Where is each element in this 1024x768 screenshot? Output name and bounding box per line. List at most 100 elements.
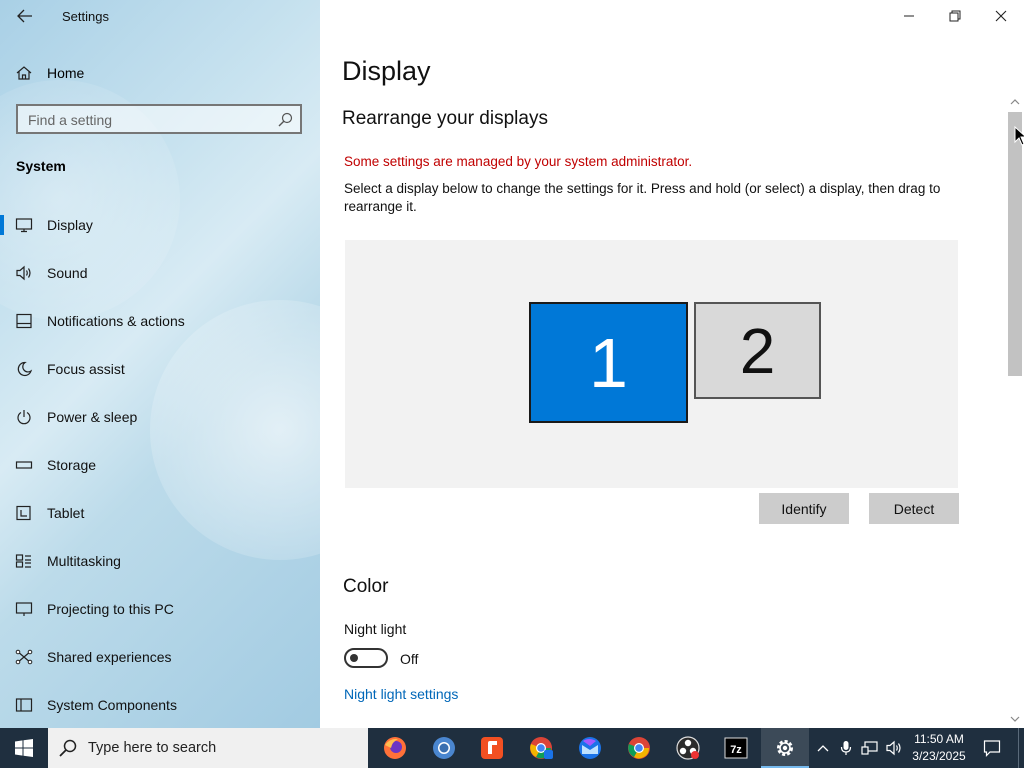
- sidebar-item-shared-experiences[interactable]: Shared experiences: [0, 637, 320, 677]
- sidebar-item-label: Focus assist: [47, 361, 125, 377]
- sidebar-item-label: Display: [47, 217, 93, 233]
- svg-text:7z: 7z: [730, 744, 742, 756]
- night-light-settings-link[interactable]: Night light settings: [344, 686, 458, 702]
- close-button[interactable]: [978, 0, 1024, 32]
- detect-button[interactable]: Detect: [869, 493, 959, 524]
- show-desktop-button[interactable]: [1018, 728, 1024, 768]
- sidebar-item-power-sleep[interactable]: Power & sleep: [0, 397, 320, 437]
- taskbar-app-chrome[interactable]: [615, 728, 663, 768]
- app-title: Settings: [62, 9, 109, 24]
- scroll-up-icon[interactable]: [1010, 98, 1020, 106]
- close-icon: [995, 10, 1007, 22]
- page-title: Display: [342, 56, 431, 86]
- taskbar-app-foxit[interactable]: [468, 728, 516, 768]
- search-placeholder: Find a setting: [28, 112, 113, 128]
- display-1-tile[interactable]: 1: [529, 302, 688, 423]
- scrollbar[interactable]: [1006, 96, 1024, 728]
- volume-tray-button[interactable]: [884, 728, 906, 768]
- sidebar-item-home[interactable]: Home: [0, 58, 320, 88]
- sidebar-item-tablet[interactable]: Tablet: [0, 493, 320, 533]
- sidebar-item-storage[interactable]: Storage: [0, 445, 320, 485]
- speaker-icon: [16, 265, 31, 281]
- restore-button[interactable]: [932, 0, 978, 32]
- taskbar-search-box[interactable]: Type here to search: [48, 728, 368, 768]
- network-icon: [861, 741, 878, 755]
- sidebar-item-label: Projecting to this PC: [47, 601, 174, 617]
- search-icon: [59, 739, 77, 757]
- restore-icon: [949, 10, 961, 22]
- search-icon: [278, 112, 293, 127]
- sidebar-item-focus-assist[interactable]: Focus assist: [0, 349, 320, 389]
- sidebar-item-label: Shared experiences: [47, 649, 172, 665]
- monitor-icon: [15, 218, 33, 233]
- section-header: System: [16, 158, 66, 174]
- taskbar-search-placeholder: Type here to search: [88, 740, 217, 756]
- show-hidden-icons-button[interactable]: [812, 728, 834, 768]
- multitasking-icon: [15, 554, 31, 568]
- taskbar-app-firefox[interactable]: [371, 728, 419, 768]
- rearrange-description: Select a display below to change the set…: [344, 181, 941, 214]
- home-icon: [16, 66, 32, 80]
- thunderbird-icon: [579, 737, 601, 759]
- main-content: Display Rearrange your displays Some set…: [320, 0, 1024, 728]
- settings-search-input[interactable]: Find a setting: [16, 104, 302, 134]
- power-icon: [17, 410, 31, 425]
- taskbar-app-thunderbird[interactable]: [566, 728, 614, 768]
- sidebar-item-label: Power & sleep: [47, 409, 138, 425]
- sidebar-item-display[interactable]: Display: [0, 205, 320, 245]
- storage-icon: [15, 461, 33, 469]
- taskbar-app-chrome-beta[interactable]: [517, 728, 565, 768]
- night-light-label: Night light: [344, 621, 407, 637]
- minimize-button[interactable]: [886, 0, 932, 32]
- home-label: Home: [47, 65, 85, 81]
- taskbar-app-obs[interactable]: [664, 728, 712, 768]
- obs-icon: [676, 736, 700, 760]
- chrome-beta-icon: [530, 737, 553, 759]
- notifications-icon: [16, 313, 32, 329]
- clock-date: 3/23/2025: [912, 749, 966, 763]
- admin-warning: Some settings are managed by your system…: [344, 154, 693, 169]
- sidebar-item-label: Storage: [47, 457, 97, 473]
- color-title: Color: [343, 576, 389, 597]
- notifications-icon: [983, 740, 1001, 757]
- microphone-icon: [840, 741, 852, 755]
- tablet-icon: [16, 505, 31, 521]
- toggle-knob: [350, 654, 358, 662]
- network-tray-button[interactable]: [858, 728, 882, 768]
- back-arrow-icon: [17, 9, 32, 23]
- identify-button[interactable]: Identify: [759, 493, 849, 524]
- taskbar-app-chromium[interactable]: [420, 728, 468, 768]
- windows-logo-icon: [15, 739, 33, 757]
- sidebar-item-multitasking[interactable]: Multitasking: [0, 541, 320, 581]
- sidebar-item-system-components[interactable]: System Components: [0, 685, 320, 725]
- taskbar: Type here to search 7z 11:50 AM 3/23/202…: [0, 728, 1024, 768]
- projector-icon: [15, 602, 33, 616]
- scrollbar-thumb[interactable]: [1008, 112, 1022, 376]
- foxit-reader-icon: [481, 737, 503, 759]
- taskbar-clock[interactable]: 11:50 AM 3/23/2025: [906, 731, 972, 765]
- mouse-cursor-icon: [1014, 126, 1024, 146]
- chromium-icon: [433, 737, 455, 759]
- sidebar-item-label: Tablet: [47, 505, 85, 521]
- chevron-up-icon: [817, 745, 829, 752]
- back-button[interactable]: [10, 4, 40, 28]
- display-arrangement-area[interactable]: 1 2: [345, 240, 958, 488]
- moon-icon: [17, 361, 33, 377]
- firefox-icon: [384, 737, 406, 759]
- sidebar-item-notifications[interactable]: Notifications & actions: [0, 301, 320, 341]
- sidebar-item-label: Sound: [47, 265, 88, 281]
- sidebar-item-projecting[interactable]: Projecting to this PC: [0, 589, 320, 629]
- shared-icon: [15, 649, 33, 665]
- display-2-tile[interactable]: 2: [694, 302, 821, 399]
- action-center-button[interactable]: [974, 728, 1010, 768]
- scroll-down-icon[interactable]: [1010, 715, 1020, 723]
- microphone-tray-button[interactable]: [836, 728, 856, 768]
- night-light-toggle[interactable]: [344, 648, 388, 668]
- night-light-state: Off: [400, 651, 419, 667]
- sidebar-item-sound[interactable]: Sound: [0, 253, 320, 293]
- clock-time: 11:50 AM: [914, 732, 964, 746]
- rearrange-title: Rearrange your displays: [342, 108, 548, 129]
- taskbar-app-settings[interactable]: [761, 728, 809, 768]
- start-button[interactable]: [0, 728, 48, 768]
- taskbar-app-7zip[interactable]: 7z: [712, 728, 760, 768]
